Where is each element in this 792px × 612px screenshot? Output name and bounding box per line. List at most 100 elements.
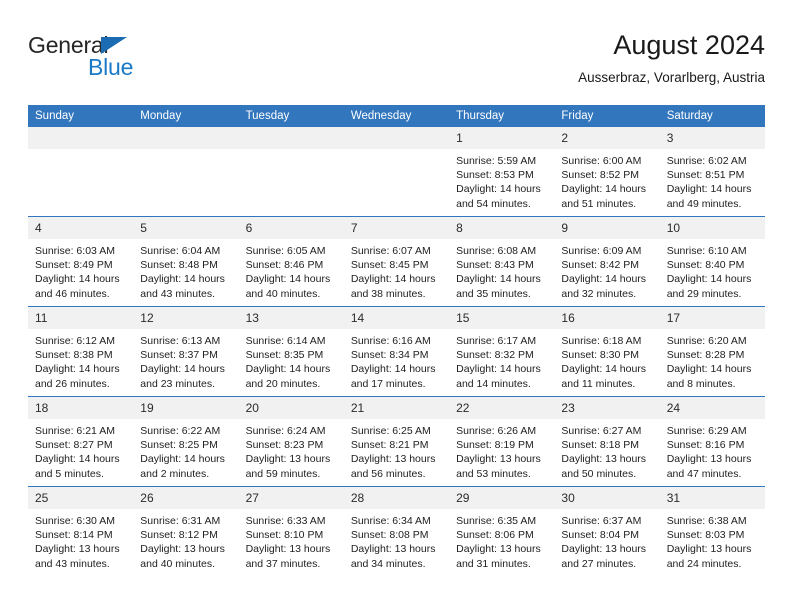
daylight-text-line2: and 23 minutes. — [140, 377, 215, 390]
calendar-day-cell[interactable]: 12 Sunrise: 6:13 AM Sunset: 8:37 PM Dayligh… — [133, 306, 239, 397]
calendar-day-cell[interactable]: 27 Sunrise: 6:33 AM Sunset: 8:10 PM Dayligh… — [238, 486, 344, 576]
sunrise-text: Sunrise: 6:12 AM — [35, 335, 115, 347]
daylight-text-line2: and 5 minutes. — [35, 467, 104, 480]
calendar-day-cell[interactable]: 23 Sunrise: 6:27 AM Sunset: 8:18 PM Dayligh… — [554, 396, 660, 487]
daylight-text-line2: and 43 minutes. — [35, 557, 110, 570]
sunrise-text: Sunrise: 6:02 AM — [666, 155, 747, 167]
calendar-day-cell[interactable]: 1 Sunrise: 5:59 AM Sunset: 8:53 PM Daylight… — [449, 127, 555, 217]
sunset-text: Sunset: 8:43 PM — [456, 259, 534, 272]
calendar-day-cell[interactable]: 31 Sunrise: 6:38 AM Sunset: 8:03 PM Dayligh… — [659, 486, 765, 576]
calendar-day-cell[interactable]: 20 Sunrise: 6:24 AM Sunset: 8:23 PM Dayligh… — [238, 396, 344, 487]
calendar-day-cell[interactable]: 29 Sunrise: 6:35 AM Sunset: 8:06 PM Dayligh… — [449, 486, 555, 576]
day-number: 6 — [238, 217, 344, 239]
weekday-header-sunday: Sunday — [28, 105, 134, 127]
calendar-day-cell[interactable]: 25 Sunrise: 6:30 AM Sunset: 8:14 PM Dayligh… — [28, 486, 134, 576]
sunrise-text: Sunrise: 6:22 AM — [140, 425, 221, 437]
daylight-text-line1: Daylight: 14 hours — [561, 183, 647, 196]
daylight-text-line1: Daylight: 13 hours — [666, 453, 752, 466]
daylight-text-line1: Daylight: 13 hours — [561, 543, 647, 556]
day-details: Sunrise: 6:12 AM Sunset: 8:38 PM Daylight:… — [28, 329, 133, 391]
daylight-text-line2: and 8 minutes. — [666, 377, 736, 390]
calendar-day-cell[interactable]: 17 Sunrise: 6:20 AM Sunset: 8:28 PM Dayligh… — [659, 306, 765, 397]
daylight-text-line1: Daylight: 14 hours — [35, 273, 120, 286]
daylight-text-line2: and 35 minutes. — [456, 287, 531, 300]
day-number: 19 — [133, 397, 239, 419]
day-details: Sunrise: 6:17 AM Sunset: 8:32 PM Daylight:… — [449, 329, 554, 391]
calendar-day-cell[interactable]: 9 Sunrise: 6:09 AM Sunset: 8:42 PM Daylight… — [554, 216, 660, 307]
calendar-day-cell[interactable]: 6 Sunrise: 6:05 AM Sunset: 8:46 PM Daylight… — [238, 216, 344, 307]
sunrise-text: Sunrise: 6:14 AM — [245, 335, 326, 347]
day-details: Sunrise: 6:22 AM Sunset: 8:25 PM Daylight:… — [133, 419, 238, 481]
calendar-day-cell[interactable]: 5 Sunrise: 6:04 AM Sunset: 8:48 PM Daylight… — [133, 216, 239, 307]
day-details: Sunrise: 6:10 AM Sunset: 8:40 PM Daylight:… — [660, 239, 765, 301]
daylight-text-line2: and 31 minutes. — [456, 557, 531, 570]
sunset-text: Sunset: 8:45 PM — [350, 259, 429, 272]
calendar-day-cell[interactable]: 4 Sunrise: 6:03 AM Sunset: 8:49 PM Daylight… — [28, 216, 134, 307]
calendar-day-cell[interactable]: 21 Sunrise: 6:25 AM Sunset: 8:21 PM Dayligh… — [343, 396, 450, 487]
daylight-text-line1: Daylight: 13 hours — [245, 543, 331, 556]
sunrise-text: Sunrise: 6:33 AM — [245, 515, 326, 527]
calendar-week-row: 4 Sunrise: 6:03 AM Sunset: 8:49 PM Daylight… — [28, 216, 765, 307]
calendar-day-cell[interactable]: 7 Sunrise: 6:07 AM Sunset: 8:45 PM Daylight… — [343, 216, 450, 307]
weekday-header-friday: Friday — [554, 105, 660, 127]
day-number: 12 — [133, 307, 239, 329]
day-details: Sunrise: 6:04 AM Sunset: 8:48 PM Daylight:… — [133, 239, 238, 301]
sunset-text: Sunset: 8:32 PM — [456, 349, 534, 362]
sunset-text: Sunset: 8:19 PM — [456, 439, 534, 452]
calendar-body: 1 Sunrise: 5:59 AM Sunset: 8:53 PM Daylight… — [28, 127, 765, 576]
day-details: Sunrise: 6:00 AM Sunset: 8:52 PM Daylight:… — [554, 149, 659, 211]
calendar-day-cell-empty — [343, 127, 450, 217]
calendar-day-cell[interactable]: 2 Sunrise: 6:00 AM Sunset: 8:52 PM Daylight… — [554, 127, 660, 217]
daylight-text-line2: and 43 minutes. — [140, 287, 215, 300]
daylight-text-line1: Daylight: 13 hours — [245, 453, 331, 466]
calendar-day-cell[interactable]: 14 Sunrise: 6:16 AM Sunset: 8:34 PM Dayligh… — [343, 306, 450, 397]
day-details: Sunrise: 6:13 AM Sunset: 8:37 PM Daylight:… — [133, 329, 238, 391]
calendar-day-cell[interactable]: 8 Sunrise: 6:08 AM Sunset: 8:43 PM Daylight… — [449, 216, 555, 307]
calendar-day-cell[interactable]: 18 Sunrise: 6:21 AM Sunset: 8:27 PM Dayligh… — [28, 396, 134, 487]
day-number: 8 — [449, 217, 555, 239]
calendar-day-cell[interactable]: 15 Sunrise: 6:17 AM Sunset: 8:32 PM Dayligh… — [449, 306, 555, 397]
calendar-day-cell[interactable]: 26 Sunrise: 6:31 AM Sunset: 8:12 PM Dayligh… — [133, 486, 239, 576]
page-subtitle: Ausserbraz, Vorarlberg, Austria — [578, 70, 765, 85]
daylight-text-line2: and 50 minutes. — [561, 467, 637, 480]
day-details: Sunrise: 6:37 AM Sunset: 8:04 PM Daylight:… — [554, 509, 659, 571]
day-number — [238, 127, 344, 149]
calendar-day-cell[interactable]: 16 Sunrise: 6:18 AM Sunset: 8:30 PM Dayligh… — [554, 306, 660, 397]
calendar-day-cell[interactable]: 28 Sunrise: 6:34 AM Sunset: 8:08 PM Dayligh… — [343, 486, 450, 576]
calendar-week-row: 1 Sunrise: 5:59 AM Sunset: 8:53 PM Daylight… — [28, 127, 765, 217]
page-header: General Blue August 2024 Ausserbraz, Vor… — [28, 28, 765, 98]
calendar-day-cell[interactable]: 10 Sunrise: 6:10 AM Sunset: 8:40 PM Dayligh… — [659, 216, 765, 307]
day-number: 28 — [343, 487, 450, 509]
sunset-text: Sunset: 8:08 PM — [350, 529, 429, 542]
day-number: 13 — [238, 307, 344, 329]
daylight-text-line2: and 59 minutes. — [245, 467, 321, 480]
day-details: Sunrise: 6:08 AM Sunset: 8:43 PM Daylight:… — [449, 239, 554, 301]
daylight-text-line1: Daylight: 13 hours — [456, 453, 541, 466]
sunrise-text: Sunrise: 6:21 AM — [35, 425, 115, 437]
calendar-day-cell[interactable]: 11 Sunrise: 6:12 AM Sunset: 8:38 PM Dayligh… — [28, 306, 134, 397]
sunset-text: Sunset: 8:16 PM — [666, 439, 745, 452]
daylight-text-line1: Daylight: 13 hours — [350, 453, 436, 466]
day-details: Sunrise: 6:03 AM Sunset: 8:49 PM Daylight:… — [28, 239, 133, 301]
day-number: 31 — [659, 487, 765, 509]
sunrise-text: Sunrise: 6:08 AM — [456, 245, 537, 257]
sunset-text: Sunset: 8:18 PM — [561, 439, 640, 452]
calendar-day-cell[interactable]: 19 Sunrise: 6:22 AM Sunset: 8:25 PM Dayligh… — [133, 396, 239, 487]
calendar-day-cell[interactable]: 30 Sunrise: 6:37 AM Sunset: 8:04 PM Dayligh… — [554, 486, 660, 576]
calendar-day-cell[interactable]: 13 Sunrise: 6:14 AM Sunset: 8:35 PM Dayligh… — [238, 306, 344, 397]
calendar-day-cell[interactable]: 3 Sunrise: 6:02 AM Sunset: 8:51 PM Daylight… — [659, 127, 765, 217]
daylight-text-line1: Daylight: 14 hours — [140, 453, 225, 466]
sunset-text: Sunset: 8:48 PM — [140, 259, 218, 272]
daylight-text-line2: and 46 minutes. — [35, 287, 110, 300]
day-number: 10 — [659, 217, 765, 239]
calendar-day-cell[interactable]: 24 Sunrise: 6:29 AM Sunset: 8:16 PM Dayligh… — [659, 396, 765, 487]
sunset-text: Sunset: 8:35 PM — [245, 349, 324, 362]
daylight-text-line2: and 40 minutes. — [245, 287, 321, 300]
brand-logo[interactable]: General Blue — [28, 32, 208, 88]
sunrise-text: Sunrise: 6:07 AM — [350, 245, 431, 257]
sunrise-text: Sunrise: 6:25 AM — [350, 425, 431, 437]
calendar-day-cell[interactable]: 22 Sunrise: 6:26 AM Sunset: 8:19 PM Dayligh… — [449, 396, 555, 487]
day-details: Sunrise: 6:27 AM Sunset: 8:18 PM Daylight:… — [554, 419, 659, 481]
day-number: 17 — [659, 307, 765, 329]
day-number: 5 — [133, 217, 239, 239]
